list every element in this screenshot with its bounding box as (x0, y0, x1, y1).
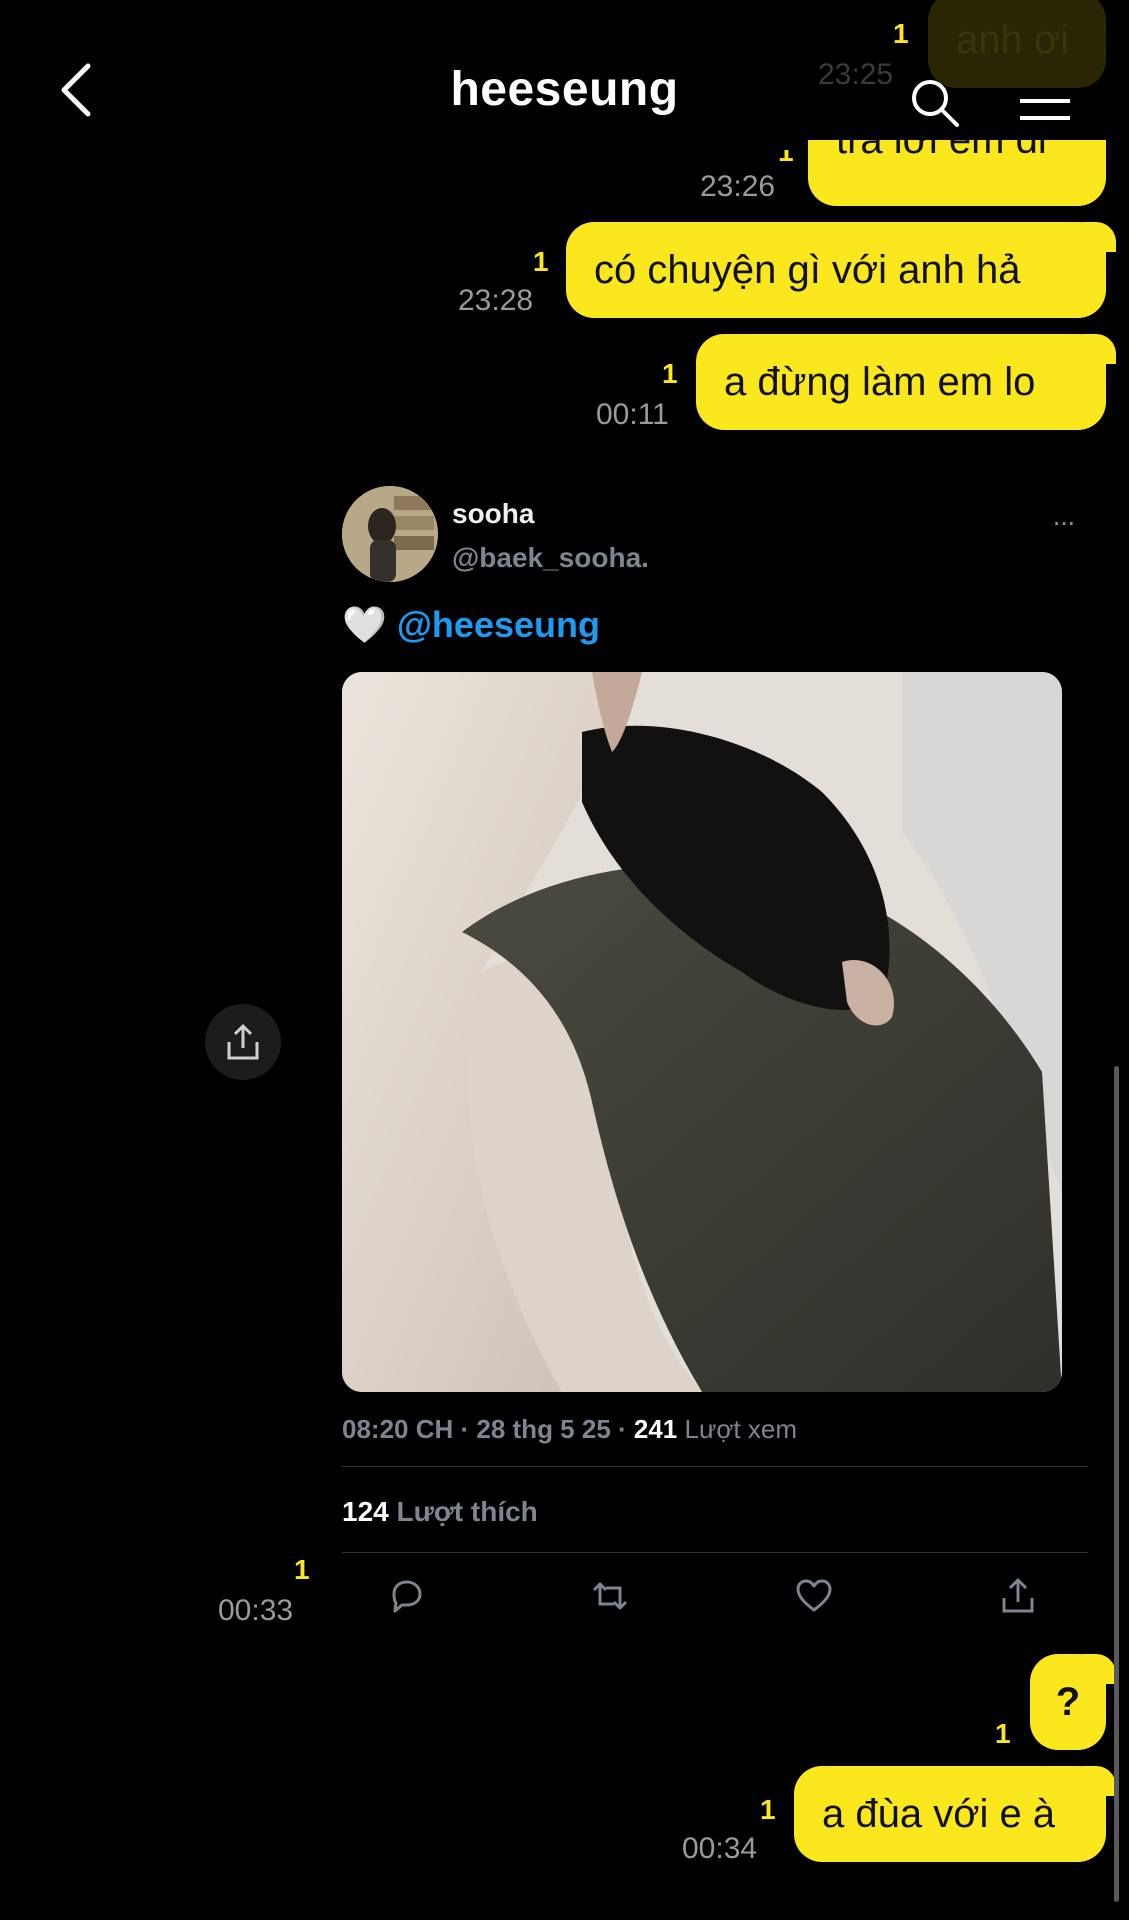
message-text: ? (1055, 1680, 1081, 1724)
bubble-tail (1082, 1654, 1116, 1684)
heart-emoji: 🤍 (342, 604, 387, 645)
like-icon[interactable] (794, 1576, 834, 1616)
unread-count: 1 (995, 1718, 1011, 1749)
post-photo[interactable] (342, 672, 1062, 1392)
message-text: có chuyện gì với anh hả (594, 248, 1021, 292)
message-text: a đùa với e à (822, 1792, 1056, 1836)
more-options-icon[interactable]: ··· (1052, 506, 1076, 538)
views-count: 241 (633, 1414, 678, 1444)
message-time: 00:11 (596, 398, 669, 431)
post-author-handle: @baek_sooha. (452, 542, 649, 573)
divider (342, 1552, 1088, 1553)
message-time: 23:26 (700, 170, 776, 203)
bubble-tail (1082, 222, 1116, 252)
post-author-name: sooha (452, 498, 535, 529)
message-bubble[interactable]: có chuyện gì với anh hả (566, 222, 1116, 318)
post-timestamp: 08:20 CH · 28 thg 5 25 · (342, 1414, 627, 1444)
likes-count: 124 (342, 1496, 389, 1527)
divider (342, 1466, 1088, 1467)
share-button[interactable] (205, 1004, 281, 1080)
message-time: 23:28 (458, 284, 534, 317)
message-bubble[interactable]: a đùa với e à (794, 1766, 1116, 1862)
reply-icon[interactable] (386, 1576, 426, 1616)
unread-count: 1 (893, 18, 909, 49)
views-label: Lượt xem (684, 1414, 797, 1444)
shared-post-card[interactable]: sooha @baek_sooha. ··· 🤍 @heeseung 08:20… (342, 486, 1088, 1616)
message-text: a đừng làm em lo (724, 360, 1036, 404)
message-bubble[interactable]: a đừng làm em lo (696, 334, 1116, 430)
unread-count: 1 (662, 358, 678, 389)
message-time: 00:34 (682, 1832, 758, 1865)
message-text: anh ơi (956, 18, 1069, 62)
share-icon[interactable] (998, 1576, 1038, 1616)
post-photo-image (342, 672, 1062, 1392)
unread-count: 1 (533, 246, 549, 277)
message-time: 00:33 (218, 1594, 294, 1627)
message-bubble[interactable]: anh ơi (928, 0, 1106, 88)
unread-count: 1 (760, 1794, 776, 1825)
retweet-icon[interactable] (590, 1576, 630, 1616)
avatar-photo (342, 486, 438, 582)
message-time: 23:25 (818, 58, 894, 91)
post-text: 🤍 @heeseung (342, 604, 600, 646)
post-meta: 08:20 CH · 28 thg 5 25 · 241 Lượt xem (342, 1414, 797, 1445)
message-bubble[interactable]: ? (1030, 1654, 1116, 1750)
likes-label: Lượt thích (396, 1496, 538, 1527)
avatar[interactable] (342, 486, 438, 582)
post-likes[interactable]: 124 Lượt thích (342, 1496, 538, 1528)
unread-count: 1 (294, 1554, 310, 1585)
share-icon (227, 1024, 259, 1060)
scrollbar[interactable] (1114, 1066, 1119, 1902)
bubble-tail (1082, 334, 1116, 364)
post-mention-link[interactable]: @heeseung (397, 604, 600, 645)
post-actions (342, 1576, 1088, 1626)
bubble-tail (1082, 1766, 1116, 1796)
